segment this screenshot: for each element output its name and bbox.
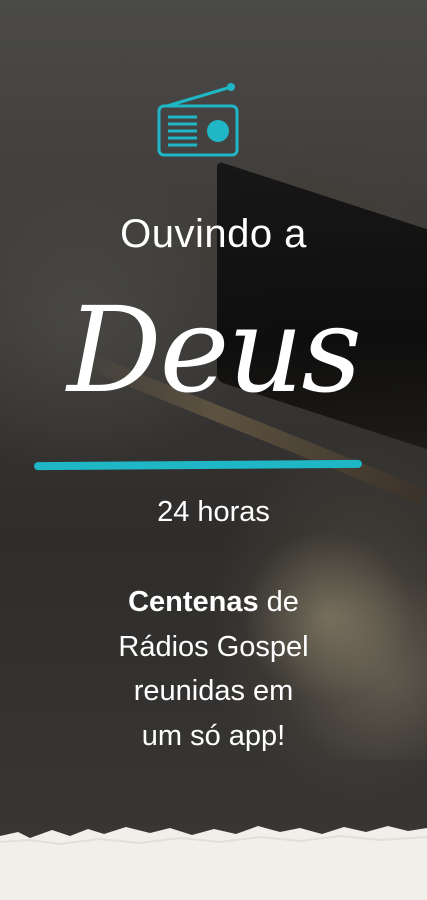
description-line-3: reunidas em [133,675,294,707]
description-line-2: Rádios Gospel [118,630,309,663]
description-line-4: um só app! [141,719,286,752]
description-bold: Centenas [128,586,259,618]
radio-icon [157,83,239,157]
headline: Ouvindo a [120,212,307,256]
description-line-1-rest: de [258,586,299,618]
hours-text: 24 horas [157,496,270,528]
description: Centenas de Rádios Gospel reunidas em um… [0,580,427,758]
description-line-1: Centenas de [0,580,427,625]
torn-paper-edge [0,826,427,900]
script-title: Deus [67,281,362,419]
